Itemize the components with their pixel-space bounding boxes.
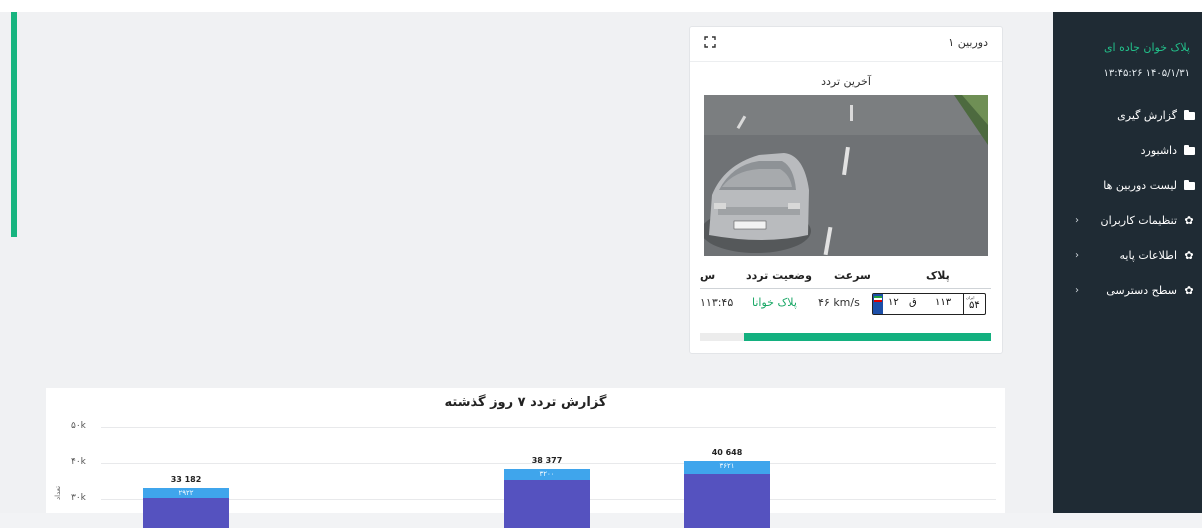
col-status: وضعیت تردد [746,269,812,282]
col-time: س [700,269,716,282]
sidebar-menu: گزارش گیری داشبورد لیست دوربین ها ✿ تنظی… [1061,98,1195,308]
camera-card: دوربین ۱ آخرین تردد پلاک سرعت وضعیت تردد… [689,26,1003,354]
bar-total-label: 38 377 [531,455,563,465]
camera-card-header: دوربین ۱ [690,27,1002,62]
chart-bar[interactable] [684,460,770,528]
col-plate: پلاک [926,269,950,282]
segment-value-label: ۳۲۰۰ [539,469,555,478]
sidebar-item-label: گزارش گیری [1117,109,1177,122]
sidebar-item-user-settings[interactable]: ✿ تنظیمات کاربران ‹ [1061,203,1195,238]
folder-icon [1183,109,1195,121]
vehicle-snapshot[interactable] [704,95,988,256]
passage-table-header: پلاک سرعت وضعیت تردد س [700,264,991,289]
time-value: ۱۱۳:۴۵ [700,296,734,309]
bar-segment-lower [684,473,770,528]
sidebar-item-label: تنظیمات کاربران [1100,214,1177,227]
col-speed: سرعت [834,269,871,282]
gear-icon: ✿ [1184,248,1194,262]
license-plate: ۱۲ ق ۱۱۳ ایران ۵۴ [872,293,986,315]
expand-icon[interactable] [704,36,716,48]
sidebar-item-access-level[interactable]: ✿ سطح دسترسی ‹ [1061,273,1195,308]
folder-icon [1183,179,1195,191]
folder-icon [1183,144,1195,156]
progress-fill [743,333,991,341]
chart-card: گزارش تردد ۷ روز گذشته تعداد ۵۰k ۴۰k ۳۰k ۲۹… [46,388,1005,528]
app-title: پلاک خوان جاده ای [1103,41,1190,54]
sidebar-item-dashboard[interactable]: داشبورد [1061,133,1195,168]
gear-icon: ✿ [1184,283,1194,297]
chevron-left-icon: ‹ [1075,285,1079,296]
plate-three-digit: ۱۱۳ [935,297,952,308]
chevron-left-icon: ‹ [1075,215,1079,226]
chevron-left-icon: ‹ [1075,250,1079,261]
y-tick-label: ۴۰k [71,457,86,467]
y-axis-label: تعداد [54,485,62,500]
sidebar-item-label: داشبورد [1140,144,1177,157]
table-row[interactable]: ۱۲ ق ۱۱۳ ایران ۵۴ ۴۶ km/s پلاک خوانا ۱۱۳… [700,291,991,317]
plate-two-digit: ۱۲ [888,297,899,308]
bar-segment-lower [143,498,229,528]
gear-icon: ✿ [1184,213,1194,227]
sidebar-item-label: اطلاعات پایه [1119,249,1177,262]
plate-region: ۵۴ [969,300,980,311]
sidebar-item-label: لیست دوربین ها [1103,179,1177,192]
plate-letter: ق [909,297,917,308]
chart-title: گزارش تردد ۷ روز گذشته [444,395,607,410]
sidebar-item-camera-list[interactable]: لیست دوربین ها [1061,168,1195,203]
segment-value-label: ۳۶۲۱ [719,461,735,470]
sidebar-item-reports[interactable]: گزارش گیری [1061,98,1195,133]
gridline [101,427,996,428]
y-tick-label: ۳۰k [71,493,86,503]
speed-value: ۴۶ km/s [818,296,860,309]
progress-bar [700,333,991,341]
bar-segment-lower [504,480,590,528]
accent-bar [11,12,17,237]
bar-total-label: 40 648 [711,447,743,457]
top-strip [0,0,1202,12]
sidebar-item-base-info[interactable]: ✿ اطلاعات پایه ‹ [1061,238,1195,273]
last-passage-label: آخرین تردد [821,75,871,88]
y-tick-label: ۵۰k [71,421,86,431]
sidebar: پلاک خوان جاده ای ۱۴۰۵/۱/۳۱ ۱۳:۴۵:۲۶ گزا… [1053,12,1202,513]
current-datetime: ۱۴۰۵/۱/۳۱ ۱۳:۴۵:۲۶ [1103,68,1190,79]
segment-value-label: ۲۹۲۲ [178,488,194,497]
sidebar-item-label: سطح دسترسی [1106,284,1177,297]
flag-icon [873,294,883,314]
bar-total-label: 33 182 [170,474,202,484]
camera-title: دوربین ۱ [948,36,988,49]
status-value: پلاک خوانا [752,296,797,309]
